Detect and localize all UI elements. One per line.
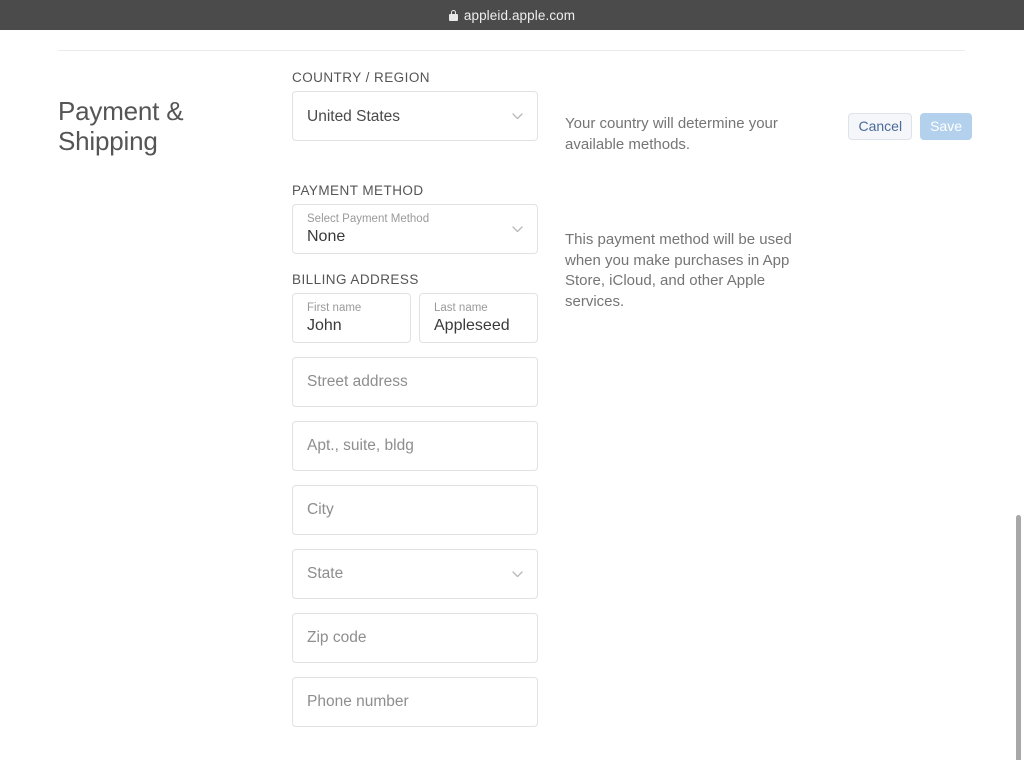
form-column: COUNTRY / REGION United States PAYMENT M… (292, 70, 538, 727)
state-select[interactable]: State (292, 549, 538, 599)
last-name-value: Appleseed (434, 316, 510, 334)
page-title: Payment & Shipping (58, 96, 184, 156)
country-region-group: COUNTRY / REGION United States (292, 70, 538, 141)
payment-method-float-label: Select Payment Method (307, 212, 430, 225)
country-region-value: United States (307, 107, 401, 125)
chevron-down-icon (512, 113, 523, 120)
name-row: First name John Last name Appleseed (292, 293, 538, 343)
last-name-label: Last name (434, 301, 488, 314)
first-name-value: John (307, 316, 342, 334)
city-placeholder: City (307, 501, 334, 518)
phone-number-field[interactable]: Phone number (292, 677, 538, 727)
phone-number-placeholder: Phone number (307, 693, 409, 710)
scrollbar-thumb[interactable] (1016, 515, 1021, 760)
zip-code-placeholder: Zip code (307, 629, 367, 646)
street-address-field[interactable]: Street address (292, 357, 538, 407)
billing-address-group: BILLING ADDRESS First name John Last nam… (292, 272, 538, 727)
apt-suite-placeholder: Apt., suite, bldg (307, 437, 414, 454)
section-divider (58, 50, 965, 51)
url-text: appleid.apple.com (463, 7, 576, 23)
state-placeholder: State (307, 565, 344, 582)
payment-method-help-text: This payment method will be used when yo… (565, 231, 792, 310)
lock-icon (448, 9, 458, 21)
city-field[interactable]: City (292, 485, 538, 535)
zip-code-field[interactable]: Zip code (292, 613, 538, 663)
payment-method-select[interactable]: Select Payment Method None (292, 204, 538, 254)
page-scrollbar[interactable] (1012, 60, 1024, 760)
country-region-select[interactable]: United States (292, 91, 538, 141)
street-address-placeholder: Street address (307, 373, 408, 390)
form-actions: Cancel Save (848, 113, 972, 140)
chevron-down-icon (512, 226, 523, 233)
chevron-down-icon (512, 571, 523, 578)
country-region-label: COUNTRY / REGION (292, 70, 430, 85)
payment-method-label: PAYMENT METHOD (292, 183, 424, 198)
billing-address-label: BILLING ADDRESS (292, 272, 419, 287)
save-button[interactable]: Save (920, 113, 972, 140)
first-name-label: First name (307, 301, 362, 314)
browser-url-bar[interactable]: appleid.apple.com (0, 0, 1024, 30)
payment-method-group: PAYMENT METHOD Select Payment Method Non… (292, 183, 538, 254)
first-name-field[interactable]: First name John (292, 293, 411, 343)
last-name-field[interactable]: Last name Appleseed (419, 293, 538, 343)
payment-method-value: None (307, 227, 346, 245)
country-region-help-text: Your country will determine your availab… (565, 115, 778, 153)
page-body: Payment & Shipping Cancel Save COUNTRY /… (0, 30, 1024, 760)
cancel-button[interactable]: Cancel (848, 113, 913, 140)
apt-suite-field[interactable]: Apt., suite, bldg (292, 421, 538, 471)
